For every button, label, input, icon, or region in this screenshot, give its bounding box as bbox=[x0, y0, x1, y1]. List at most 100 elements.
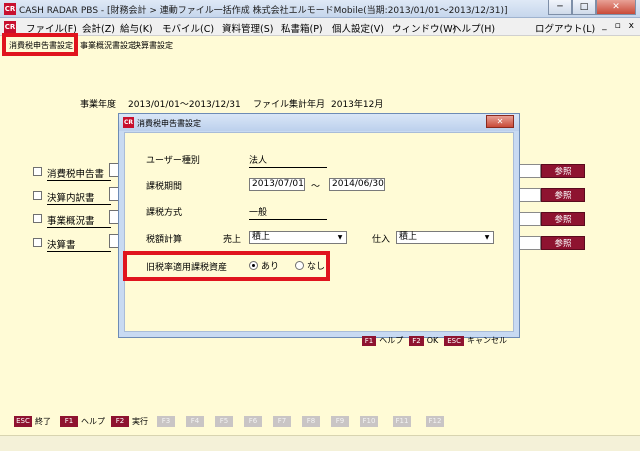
f1-key-badge: F1 bbox=[361, 335, 377, 346]
bottom-status-strip bbox=[0, 435, 640, 451]
menu-accounting[interactable]: 会計(Z) bbox=[82, 21, 115, 35]
dialog-help-button[interactable]: F1 ヘルプ bbox=[361, 335, 403, 346]
financial-statement-path-end[interactable] bbox=[519, 236, 541, 250]
fkey-f1[interactable]: F1 ヘルプ bbox=[60, 416, 105, 427]
tax-period-label: 課税期間 bbox=[146, 182, 183, 192]
tab-highlight-box bbox=[2, 33, 78, 56]
dialog-ok-button[interactable]: F2 OK bbox=[409, 335, 438, 346]
tax-method-value: 一般 bbox=[249, 205, 327, 220]
window-controls: ─ □ ✕ bbox=[548, 0, 636, 16]
fkey-f2-badge: F2 bbox=[111, 416, 129, 427]
old-rate-highlight-box bbox=[123, 251, 330, 281]
fkey-f9: F9 bbox=[331, 416, 349, 427]
settlement-detail-path-end[interactable] bbox=[519, 188, 541, 202]
dialog-title: 消費税申告書設定 bbox=[137, 119, 201, 128]
file-month-label: ファイル集計年月 bbox=[253, 100, 326, 110]
fkey-f7: F7 bbox=[273, 416, 291, 427]
settlement-detail-label: 決算内訳書 bbox=[47, 190, 111, 205]
sales-label: 売上 bbox=[223, 235, 242, 245]
menu-window[interactable]: ウィンドウ(W) bbox=[392, 21, 456, 35]
fkey-f12-badge: F12 bbox=[426, 416, 444, 427]
fkey-esc-label: 終了 bbox=[35, 417, 51, 426]
tab-business-overview[interactable]: 事業概況書設定 bbox=[80, 40, 136, 51]
period-separator: ～ bbox=[311, 182, 321, 192]
function-key-bar: ESC 終了 F1 ヘルプ F2 実行 F3 F4 F5 F6 F7 F8 F9 F1… bbox=[0, 414, 640, 430]
fkey-f3-badge: F3 bbox=[157, 416, 175, 427]
consumption-tax-settings-dialog: CR 消費税申告書設定 ✕ ユーザー種別 法人 課税期間 2013/07/01 … bbox=[118, 113, 520, 346]
fkey-f2[interactable]: F2 実行 bbox=[111, 416, 148, 427]
fiscal-year-value: 2013/01/01～2013/12/31 bbox=[128, 100, 241, 110]
close-window-button[interactable]: ✕ bbox=[596, 0, 636, 15]
browse-button-business-overview[interactable]: 参照 bbox=[541, 212, 585, 226]
menu-mobile[interactable]: モバイル(C) bbox=[162, 21, 214, 35]
period-to-input[interactable]: 2014/06/30 bbox=[329, 178, 385, 191]
browse-button-consumption-tax[interactable]: 参照 bbox=[541, 164, 585, 178]
fkey-f4-badge: F4 bbox=[186, 416, 204, 427]
business-overview-path-end[interactable] bbox=[519, 212, 541, 226]
fkey-f6-badge: F6 bbox=[244, 416, 262, 427]
maximize-button[interactable]: □ bbox=[572, 0, 596, 15]
browse-button-settlement-detail[interactable]: 参照 bbox=[541, 188, 585, 202]
fkey-esc[interactable]: ESC 終了 bbox=[14, 416, 51, 427]
mdi-controls: _ ▫ x bbox=[602, 21, 634, 31]
fkey-f3: F3 bbox=[157, 416, 175, 427]
menu-bar: CR ファイル(F) 会計(Z) 給与(K) モバイル(C) 資料管理(S) 私… bbox=[0, 18, 640, 36]
dialog-titlebar: CR 消費税申告書設定 ✕ bbox=[119, 114, 519, 131]
tax-method-label: 課税方式 bbox=[146, 208, 183, 218]
mdi-minimize-button[interactable]: _ bbox=[602, 21, 607, 31]
fkey-f5: F5 bbox=[215, 416, 233, 427]
app-logo-icon: CR bbox=[4, 3, 16, 15]
file-month-value: 2013年12月 bbox=[331, 100, 384, 110]
business-overview-checkbox[interactable] bbox=[33, 214, 42, 223]
menu-personal-settings[interactable]: 個人設定(V) bbox=[332, 21, 384, 35]
dialog-cancel-button[interactable]: ESC キャンセル bbox=[444, 335, 507, 346]
fkey-f11: F11 bbox=[393, 416, 411, 427]
purchase-select[interactable]: 積上 ▼ bbox=[396, 231, 494, 244]
esc-key-badge: ESC bbox=[444, 335, 464, 346]
period-from-input[interactable]: 2013/07/01 bbox=[249, 178, 305, 191]
f2-key-badge: F2 bbox=[409, 335, 424, 346]
fkey-f6: F6 bbox=[244, 416, 262, 427]
chevron-down-icon: ▼ bbox=[484, 234, 490, 241]
fkey-f2-label: 実行 bbox=[132, 417, 148, 426]
consumption-tax-checkbox[interactable] bbox=[33, 167, 42, 176]
fiscal-year-label: 事業年度 bbox=[80, 100, 117, 110]
business-overview-label: 事業概況書 bbox=[47, 213, 111, 228]
fkey-f4: F4 bbox=[186, 416, 204, 427]
dialog-body: ユーザー種別 法人 課税期間 2013/07/01 ～ 2014/06/30 課… bbox=[124, 132, 514, 346]
menu-app-icon[interactable]: CR bbox=[4, 21, 16, 33]
menu-payroll[interactable]: 給与(K) bbox=[120, 21, 153, 35]
fkey-esc-badge: ESC bbox=[14, 416, 32, 427]
settlement-detail-checkbox[interactable] bbox=[33, 191, 42, 200]
fkey-f1-label: ヘルプ bbox=[81, 417, 105, 426]
financial-statement-checkbox[interactable] bbox=[33, 238, 42, 247]
fkey-f11-badge: F11 bbox=[393, 416, 411, 427]
fkey-f7-badge: F7 bbox=[273, 416, 291, 427]
fkey-f10: F10 bbox=[360, 416, 378, 427]
tab-financial-statements[interactable]: 決算書設定 bbox=[133, 40, 173, 51]
fkey-f8: F8 bbox=[302, 416, 320, 427]
menu-mailbox[interactable]: 私書箱(P) bbox=[281, 21, 323, 35]
dialog-close-button[interactable]: ✕ bbox=[486, 115, 514, 128]
sales-select-value: 積上 bbox=[252, 232, 271, 242]
menu-help[interactable]: ヘルプ(H) bbox=[452, 21, 495, 35]
financial-statement-label: 決算書 bbox=[47, 237, 111, 252]
window-titlebar: CR CASH RADAR PBS - [財務会計 > 連動ファイル一括作成 株… bbox=[0, 0, 640, 18]
purchase-label: 仕入 bbox=[372, 235, 391, 245]
user-type-label: ユーザー種別 bbox=[146, 156, 200, 166]
tab-bar: 消費税申告書設定 事業概況書設定 決算書設定 bbox=[0, 37, 640, 53]
mdi-restore-button[interactable]: ▫ bbox=[615, 21, 621, 31]
chevron-down-icon: ▼ bbox=[337, 234, 343, 241]
window-title: CASH RADAR PBS - [財務会計 > 連動ファイル一括作成 株式会社… bbox=[19, 6, 508, 16]
fkey-f10-badge: F10 bbox=[360, 416, 378, 427]
fkey-f9-badge: F9 bbox=[331, 416, 349, 427]
consumption-tax-path-end[interactable] bbox=[519, 164, 541, 178]
minimize-button[interactable]: ─ bbox=[548, 0, 572, 15]
menu-documents[interactable]: 資料管理(S) bbox=[222, 21, 273, 35]
menu-logout[interactable]: ログアウト(L) bbox=[535, 21, 595, 35]
browse-button-financial-statement[interactable]: 参照 bbox=[541, 236, 585, 250]
sales-select[interactable]: 積上 ▼ bbox=[249, 231, 347, 244]
user-type-value: 法人 bbox=[249, 153, 327, 168]
mdi-close-button[interactable]: x bbox=[629, 21, 634, 31]
fkey-f12: F12 bbox=[426, 416, 444, 427]
